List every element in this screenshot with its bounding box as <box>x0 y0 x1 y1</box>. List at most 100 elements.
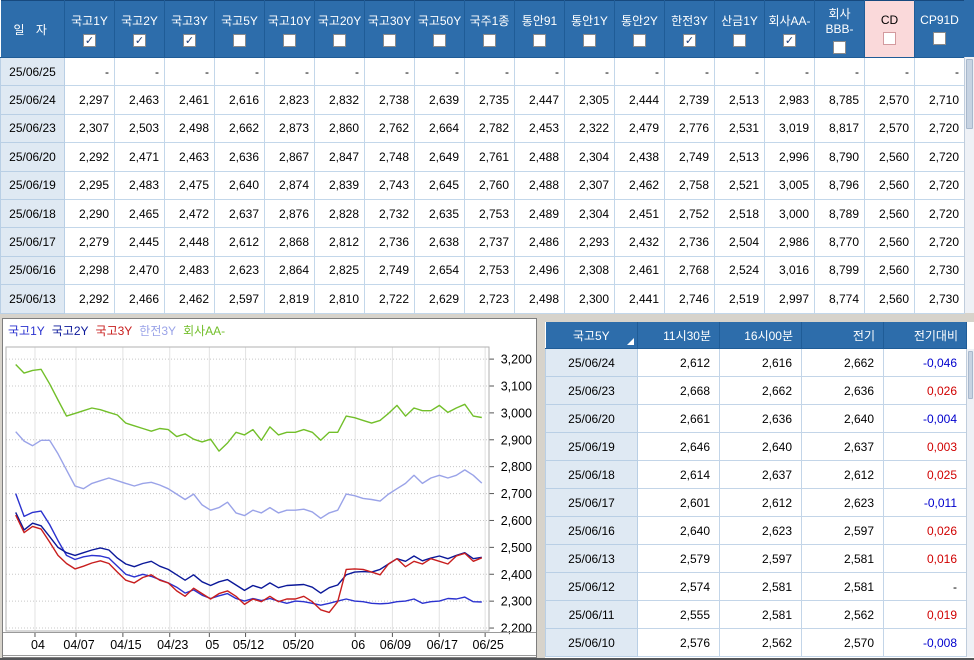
rates-col-label: 회사BBB- <box>825 6 854 36</box>
rates-col-checkbox-17[interactable] <box>933 32 946 45</box>
rates-row-date: 25/06/17 <box>0 227 65 257</box>
rates-cell: 8,774 <box>814 284 865 314</box>
quote-cell-1130: 2,646 <box>637 432 720 461</box>
rates-col-checkbox-14[interactable]: ✓ <box>783 33 796 47</box>
rates-col-checkbox-7[interactable] <box>433 33 446 47</box>
rates-cell: - <box>114 56 165 87</box>
legend-item-한전3Y: 한전3Y <box>139 324 177 338</box>
rates-col-header-8: 국주1종 <box>464 0 515 58</box>
rates-cell: - <box>514 56 565 87</box>
rates-col-checkbox-6[interactable] <box>383 33 396 47</box>
rates-cell: 2,825 <box>314 255 365 286</box>
rates-col-checkbox-9[interactable] <box>533 33 546 47</box>
rates-cell: 2,300 <box>564 284 615 314</box>
svg-text:06/25: 06/25 <box>472 638 503 652</box>
rates-col-checkbox-10[interactable] <box>583 33 596 47</box>
rates-cell: 8,817 <box>814 113 865 144</box>
rates-col-checkbox-16[interactable] <box>883 32 896 45</box>
rates-col-checkbox-4[interactable] <box>283 33 296 47</box>
rates-col-label: 산금1Y <box>721 13 758 28</box>
rates-cell: 2,635 <box>414 198 465 229</box>
rates-cell: 2,743 <box>364 170 415 200</box>
quote-row-date: 25/06/10 <box>545 628 638 657</box>
rates-cell: 2,874 <box>264 170 315 200</box>
rates-cell: 2,776 <box>664 113 715 144</box>
rates-col-checkbox-13[interactable] <box>733 33 746 47</box>
rates-cell: 2,640 <box>214 170 265 200</box>
rates-col-checkbox-2[interactable]: ✓ <box>183 33 196 47</box>
rates-row: 25/06/23 2,307 2,503 2,498 2,662 2,873 2,860 2,… <box>0 113 965 144</box>
quote-cell-1130: 2,555 <box>637 600 720 629</box>
rates-cell: 2,753 <box>464 198 515 229</box>
quote-cell-1130: 2,601 <box>637 488 720 517</box>
rates-col-checkbox-12[interactable]: ✓ <box>683 33 696 47</box>
rates-cell: 2,475 <box>164 170 215 200</box>
rates-cell: 2,762 <box>364 113 415 144</box>
rates-row: 25/06/18 2,290 2,465 2,472 2,637 2,876 2,828 2,… <box>0 198 965 229</box>
rates-cell: 2,513 <box>714 142 765 172</box>
rates-cell: - <box>664 56 715 87</box>
rates-cell: 2,736 <box>364 227 415 257</box>
svg-text:06/17: 06/17 <box>427 638 458 652</box>
rates-col-header-12: 한전3Y ✓ <box>664 0 715 58</box>
rates-cell: - <box>814 56 865 87</box>
rates-cell: 2,322 <box>564 113 615 144</box>
svg-text:2,800: 2,800 <box>501 460 532 474</box>
quote-cell-1130: 2,574 <box>637 572 720 601</box>
rates-cell: 2,503 <box>114 113 165 144</box>
rates-cell: 2,307 <box>64 113 115 144</box>
quote-table-panel: 국고5Y 11시30분 16시00분 전기 전기대비 25/06/24 2,612… <box>545 322 974 658</box>
rates-col-checkbox-3[interactable] <box>233 33 246 47</box>
rates-cell: 2,560 <box>864 170 915 200</box>
quote-cell-change: 0,016 <box>883 544 967 573</box>
rates-cell: 2,295 <box>64 170 115 200</box>
quote-cell-change: 0,025 <box>883 460 967 489</box>
rates-col-checkbox-0[interactable]: ✓ <box>83 33 96 47</box>
rates-cell: 2,465 <box>114 198 165 229</box>
rates-cell: 2,749 <box>664 142 715 172</box>
rates-cell: 2,483 <box>114 170 165 200</box>
rates-cell: 2,519 <box>714 284 765 314</box>
rates-cell: - <box>564 56 615 87</box>
rates-table-scrollbar-thumb[interactable] <box>966 59 973 129</box>
rates-row-date: 25/06/16 <box>0 255 65 286</box>
rates-cell: 2,496 <box>514 255 565 286</box>
rates-cell: - <box>714 56 765 87</box>
quote-series-selector[interactable]: 국고5Y <box>545 322 638 349</box>
rates-cell: 2,438 <box>614 142 665 172</box>
rates-col-checkbox-15[interactable] <box>833 40 846 54</box>
rates-cell: 8,785 <box>814 85 865 115</box>
rates-col-checkbox-5[interactable] <box>333 33 346 47</box>
svg-text:04: 04 <box>31 638 45 652</box>
rates-table-scrollbar[interactable] <box>964 57 974 313</box>
rates-cell: 2,639 <box>414 85 465 115</box>
rates-col-label: 국고50Y <box>417 13 462 28</box>
rates-col-header-14: 회사AA- ✓ <box>764 0 815 58</box>
rates-col-header-3: 국고5Y <box>214 0 265 58</box>
quote-cell-prev: 2,640 <box>801 404 884 433</box>
quote-row: 25/06/10 2,576 2,562 2,570 -0,008 <box>545 628 967 657</box>
quote-cell-prev: 2,570 <box>801 628 884 657</box>
rates-cell: 2,441 <box>614 284 665 314</box>
rates-col-checkbox-8[interactable] <box>483 33 496 47</box>
rates-col-header-7: 국고50Y <box>414 0 465 58</box>
rates-row-date: 25/06/23 <box>0 113 65 144</box>
rates-cell: 2,761 <box>464 142 515 172</box>
rates-cell: 2,748 <box>364 142 415 172</box>
rates-col-label: 국고3Y <box>171 13 208 28</box>
rates-cell: 2,637 <box>214 198 265 229</box>
rates-col-checkbox-1[interactable]: ✓ <box>133 33 146 47</box>
series-회사AA- <box>15 364 482 452</box>
quote-cell-change: 0,003 <box>883 432 967 461</box>
quote-row-date: 25/06/11 <box>545 600 638 629</box>
quote-table-scrollbar[interactable] <box>966 349 974 657</box>
quote-row-date: 25/06/19 <box>545 432 638 461</box>
quote-table-scrollbar-thumb[interactable] <box>968 351 973 399</box>
quote-cell-prev: 2,581 <box>801 544 884 573</box>
quote-cell-prev: 2,612 <box>801 460 884 489</box>
rates-col-header-1: 국고2Y ✓ <box>114 0 165 58</box>
quote-row-date: 25/06/13 <box>545 544 638 573</box>
rates-col-checkbox-11[interactable] <box>633 33 646 47</box>
rates-cell: 2,732 <box>364 198 415 229</box>
rates-row: 25/06/13 2,292 2,466 2,462 2,597 2,819 2,810 2,… <box>0 284 965 314</box>
